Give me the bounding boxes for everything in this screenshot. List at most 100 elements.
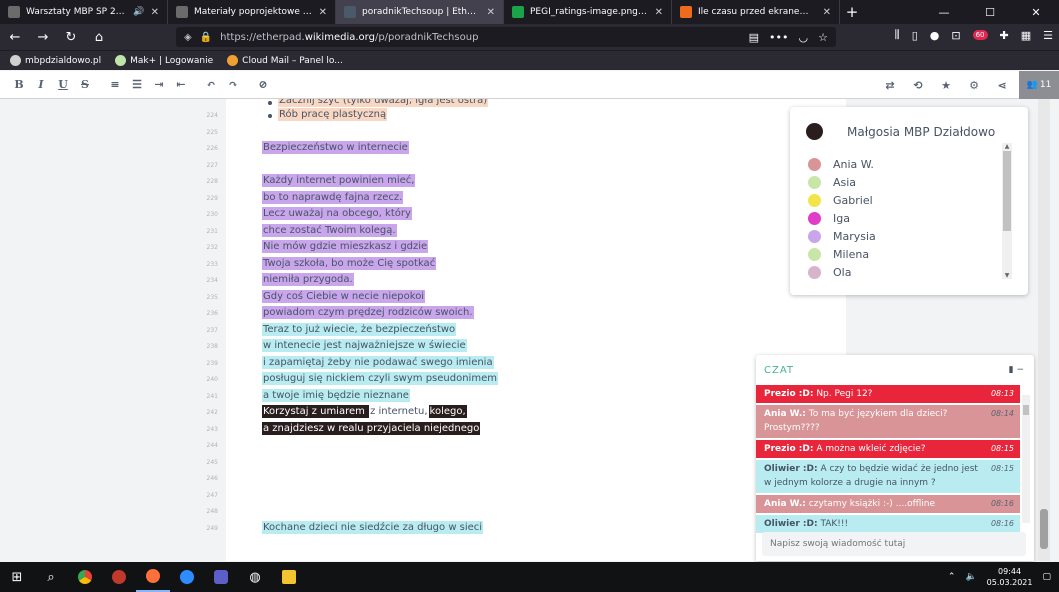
bookmark-item[interactable]: Mak+ | Logowanie — [115, 55, 213, 66]
browser-tab[interactable]: PEGI_ratings-image.png (obrazek) ✕ — [504, 0, 672, 24]
browser-tab[interactable]: Ile czasu przed ekranem? | Ośrodek ✕ — [672, 0, 840, 24]
pad-line[interactable]: chce zostać Twoim kolegą. — [262, 223, 397, 239]
volume-icon[interactable]: 🔈 — [965, 572, 976, 582]
pad-line[interactable]: Rób pracę plastyczną — [278, 107, 388, 123]
tray-chevron-icon[interactable]: ⌃ — [948, 572, 956, 582]
star-icon[interactable]: ★ — [935, 74, 957, 96]
browser-tab[interactable]: poradnikTechsoup | Etherpad ✕ — [336, 0, 504, 24]
start-icon[interactable]: ⊞ — [0, 562, 34, 592]
extension-badge[interactable]: 60 — [972, 30, 988, 40]
scroll-down-icon[interactable]: ▼ — [1002, 272, 1012, 279]
unordered-list-icon[interactable]: ☰ — [126, 74, 148, 96]
clear-authorship-icon[interactable]: ⊘ — [252, 74, 274, 96]
browser-tab[interactable]: Materiały poprojektowe – mbpdzia ✕ — [168, 0, 336, 24]
outdent-icon[interactable]: ⇤ — [170, 74, 192, 96]
pad-line[interactable]: posługuj się nickiem czyli swym pseudoni… — [262, 371, 498, 387]
settings-gear-icon[interactable]: ⚙ — [963, 74, 985, 96]
undo-icon[interactable]: ↶ — [200, 74, 222, 96]
pad-line[interactable]: Twoja szkoła, bo może Cię spotkać — [262, 256, 437, 272]
pad-line[interactable]: powiadom czym prędzej rodziców swoich. — [262, 305, 474, 321]
teams-icon[interactable] — [204, 562, 238, 592]
pad-line[interactable]: niemiła przygoda. — [262, 272, 354, 288]
firefox-icon[interactable] — [136, 562, 170, 592]
user-list-item[interactable]: Marysia — [808, 227, 1004, 245]
tab-close-icon[interactable]: ✕ — [823, 7, 831, 18]
pad-line[interactable]: Bezpieczeństwo w internecie — [262, 140, 409, 156]
user-list-scrollbar[interactable]: ▲ ▼ — [1002, 143, 1012, 279]
user-list-item[interactable]: Ola — [808, 263, 1004, 281]
close-window-icon[interactable]: ✕ — [1013, 0, 1059, 24]
tab-close-icon[interactable]: ✕ — [487, 7, 495, 18]
pad-line[interactable]: i zapamiętaj żeby nie podawać swego imie… — [262, 355, 494, 371]
pad-line[interactable]: a znajdziesz w realu przyjaciela niejedn… — [262, 421, 481, 437]
more-actions-icon[interactable]: ••• — [769, 31, 788, 44]
pad-line[interactable]: Korzystaj z umiarem z internetu, kolego, — [262, 404, 467, 420]
tab-close-icon[interactable]: ✕ — [151, 7, 159, 18]
bookmark-item[interactable]: mbpdzialdowo.pl — [10, 55, 101, 66]
pad-line[interactable]: Lecz uważaj na obcego, który — [262, 206, 412, 222]
back-icon[interactable]: ← — [6, 30, 24, 45]
italic-button[interactable]: I — [30, 74, 52, 96]
url-bar[interactable]: ◈ 🔒 https://etherpad.wikimedia.org/p/por… — [176, 27, 836, 47]
account-icon[interactable]: ● — [930, 29, 940, 42]
home-icon[interactable]: ⌂ — [90, 30, 108, 45]
forward-icon[interactable]: → — [34, 30, 52, 45]
minimize-icon[interactable]: — — [921, 0, 967, 24]
user-list-item[interactable]: Gabriel — [808, 191, 1004, 209]
tab-close-icon[interactable]: ✕ — [319, 7, 327, 18]
zoom-icon[interactable] — [170, 562, 204, 592]
globe-icon[interactable]: ◍ — [238, 562, 272, 592]
pad-line[interactable]: Gdy coś Ciebie w necie niepokoi — [262, 289, 426, 305]
my-user[interactable]: Małgosia MBP Działdowo — [806, 123, 995, 140]
chat-minimize-icon[interactable]: ▮ − — [1009, 365, 1024, 375]
browser-tab[interactable]: Warsztaty MBP SP 2 Działdowo 🔊 ✕ — [0, 0, 168, 24]
ordered-list-icon[interactable]: ≡ — [104, 74, 126, 96]
user-list-item[interactable]: Ania W. — [808, 155, 1004, 173]
strikethrough-button[interactable]: S — [74, 74, 96, 96]
library-icon[interactable]: ⫼ — [895, 28, 900, 42]
screenshot-icon[interactable]: ⊡ — [951, 29, 960, 42]
import-export-icon[interactable]: ⇄ — [879, 74, 901, 96]
user-list-item[interactable]: Asia — [808, 173, 1004, 191]
scrollbar-thumb[interactable] — [1003, 151, 1011, 231]
lock-icon[interactable]: 🔒 — [200, 32, 212, 43]
maximize-icon[interactable]: ☐ — [967, 0, 1013, 24]
extensions-icon[interactable]: ✚ — [1000, 29, 1009, 42]
bold-button[interactable]: B — [8, 74, 30, 96]
user-list-item[interactable]: Milena — [808, 245, 1004, 263]
chat-input[interactable] — [762, 532, 1026, 556]
pad-line[interactable]: bo to naprawdę fajna rzecz. — [262, 190, 404, 206]
pad-line[interactable]: w intenecie jest najważniejsze w świecie — [262, 338, 467, 354]
containers-icon[interactable]: ▦ — [1021, 29, 1031, 42]
pocket-icon[interactable]: ◡ — [799, 31, 809, 44]
new-tab-button[interactable]: + — [840, 0, 864, 24]
chrome-icon[interactable] — [68, 562, 102, 592]
timeslider-icon[interactable]: ⟲ — [907, 74, 929, 96]
clock[interactable]: 09:44 05.03.2021 — [987, 566, 1033, 588]
indent-icon[interactable]: ⇥ — [148, 74, 170, 96]
users-button[interactable]: 👥 11 — [1019, 71, 1059, 99]
app-icon[interactable] — [102, 562, 136, 592]
scroll-up-icon[interactable]: ▲ — [1002, 143, 1012, 150]
tab-audio-icon[interactable]: 🔊 — [133, 7, 144, 17]
shield-icon[interactable]: ◈ — [184, 32, 192, 43]
share-icon[interactable]: ⋖ — [991, 74, 1013, 96]
sidebar-icon[interactable]: ▯ — [912, 29, 918, 42]
tab-close-icon[interactable]: ✕ — [655, 7, 663, 18]
underline-button[interactable]: U — [52, 74, 74, 96]
user-list-item[interactable]: Iga — [808, 209, 1004, 227]
menu-icon[interactable]: ☰ — [1043, 29, 1053, 42]
pad-line[interactable]: Kochane dzieci nie siedźcie za długo w s… — [262, 520, 484, 536]
file-explorer-icon[interactable] — [272, 562, 306, 592]
my-color-swatch[interactable] — [806, 123, 823, 140]
redo-icon[interactable]: ↷ — [222, 74, 244, 96]
pad-line[interactable]: Każdy internet powinien mieć, — [262, 173, 416, 189]
search-icon[interactable]: ⌕ — [34, 562, 68, 592]
reader-view-icon[interactable]: ▤ — [749, 31, 759, 44]
bookmark-item[interactable]: Cloud Mail – Panel lo... — [227, 55, 343, 66]
reload-icon[interactable]: ↻ — [62, 30, 80, 45]
scrollbar-thumb[interactable] — [1023, 405, 1029, 415]
pad-line[interactable]: a twoje imię będzie nieznane — [262, 388, 410, 404]
notifications-icon[interactable]: ▢ — [1042, 572, 1051, 582]
page-scrollbar[interactable] — [1038, 99, 1050, 561]
